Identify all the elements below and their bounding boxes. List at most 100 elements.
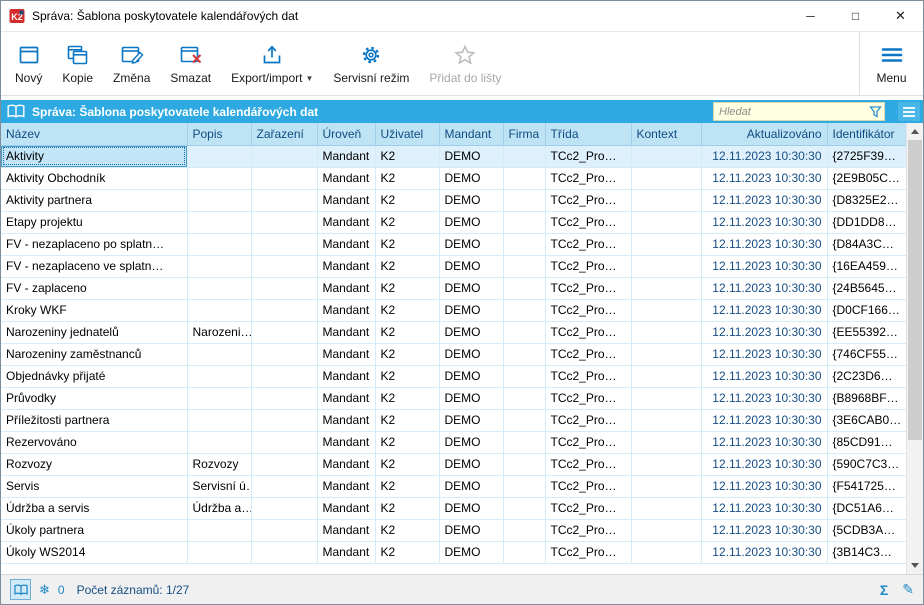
scrollbar-thumb[interactable]: [908, 140, 922, 440]
delete-button[interactable]: Smazat: [160, 32, 221, 95]
table-cell[interactable]: TCc2_Pro…: [545, 189, 632, 212]
minimize-button[interactable]: ─: [788, 1, 833, 31]
table-cell[interactable]: TCc2_Pro…: [545, 519, 632, 542]
table-cell[interactable]: {2725F39…: [827, 145, 909, 168]
table-cell[interactable]: Mandant: [317, 387, 376, 410]
table-cell[interactable]: K2: [375, 277, 440, 300]
add-to-bar-button[interactable]: Přidat do lišty: [419, 32, 511, 95]
table-cell[interactable]: 12.11.2023 10:30:30: [701, 409, 828, 432]
table-cell[interactable]: 12.11.2023 10:30:30: [701, 453, 828, 476]
table-cell[interactable]: K2: [375, 475, 440, 498]
table-cell[interactable]: [187, 189, 252, 212]
table-cell[interactable]: K2: [375, 321, 440, 344]
table-cell[interactable]: DEMO: [439, 255, 504, 278]
table-cell[interactable]: [503, 321, 546, 344]
scroll-down-button[interactable]: [907, 557, 923, 574]
table-cell[interactable]: Kroky WKF: [1, 299, 188, 322]
table-row[interactable]: ServisServisní ú… MandantK2DEMO TCc2_Pro… 1…: [1, 475, 909, 498]
table-row[interactable]: Narozeniny jednatelů Narozeni… Mandant K2 DE…: [1, 321, 909, 344]
table-cell[interactable]: TCc2_Pro…: [545, 321, 632, 344]
table-cell[interactable]: TCc2_Pro…: [545, 387, 632, 410]
table-cell[interactable]: {D0CF166…: [827, 299, 909, 322]
table-cell[interactable]: [631, 519, 702, 542]
table-row[interactable]: Údržba a servis Údržba a… Mandant K2 DEMO TCc…: [1, 497, 909, 520]
table-cell[interactable]: DEMO: [439, 343, 504, 366]
table-cell[interactable]: {16EA459…: [827, 255, 909, 278]
table-cell[interactable]: TCc2_Pro…: [545, 255, 632, 278]
menu-button[interactable]: Menu: [859, 32, 923, 95]
table-cell[interactable]: 12.11.2023 10:30:30: [701, 519, 828, 542]
table-cell[interactable]: [631, 409, 702, 432]
table-cell[interactable]: Mandant: [317, 431, 376, 454]
table-cell[interactable]: K2: [375, 387, 440, 410]
table-cell[interactable]: TCc2_Pro…: [545, 167, 632, 190]
table-cell[interactable]: K2: [375, 167, 440, 190]
table-cell[interactable]: K2: [375, 409, 440, 432]
table-cell[interactable]: [631, 343, 702, 366]
column-header-firma[interactable]: Firma: [503, 123, 546, 146]
table-cell[interactable]: [631, 277, 702, 300]
table-cell[interactable]: {746CF55…: [827, 343, 909, 366]
table-cell[interactable]: {85CD91…: [827, 431, 909, 454]
table-cell[interactable]: K2: [375, 233, 440, 256]
table-cell[interactable]: [503, 277, 546, 300]
table-cell[interactable]: K2: [375, 145, 440, 168]
table-cell[interactable]: DEMO: [439, 519, 504, 542]
table-cell[interactable]: Etapy projektu: [1, 211, 188, 234]
table-cell[interactable]: {2C23D6…: [827, 365, 909, 388]
table-cell[interactable]: [187, 145, 252, 168]
table-cell[interactable]: K2: [375, 299, 440, 322]
table-cell[interactable]: [187, 409, 252, 432]
table-cell[interactable]: 12.11.2023 10:30:30: [701, 299, 828, 322]
column-header-popis[interactable]: Popis: [187, 123, 252, 146]
column-header-nazev[interactable]: Název: [1, 123, 188, 146]
table-row[interactable]: FV - nezaplaceno po splatn… Mandant K2 DEMO…: [1, 233, 909, 256]
column-header-identifikator[interactable]: Identifikátor: [827, 123, 909, 146]
table-cell[interactable]: K2: [375, 343, 440, 366]
table-row[interactable]: Úkoly partnera Mandant K2 DEMO TCc2_Pro… 12.1…: [1, 519, 909, 542]
table-cell[interactable]: [503, 145, 546, 168]
table-cell[interactable]: TCc2_Pro…: [545, 343, 632, 366]
table-cell[interactable]: FV - nezaplaceno ve splatn…: [1, 255, 188, 278]
table-cell[interactable]: DEMO: [439, 431, 504, 454]
table-cell[interactable]: DEMO: [439, 475, 504, 498]
table-cell[interactable]: [503, 343, 546, 366]
table-row[interactable]: Příležitosti partnera Mandant K2 DEMO TCc2_P…: [1, 409, 909, 432]
table-cell[interactable]: Mandant: [317, 145, 376, 168]
table-cell[interactable]: Mandant: [317, 343, 376, 366]
table-cell[interactable]: [503, 189, 546, 212]
table-cell[interactable]: 12.11.2023 10:30:30: [701, 167, 828, 190]
column-header-zarazeni[interactable]: Zařazení: [251, 123, 318, 146]
table-cell[interactable]: [251, 365, 318, 388]
table-cell[interactable]: 12.11.2023 10:30:30: [701, 145, 828, 168]
table-row[interactable]: Rozvozy Rozvozy Mandant K2 DEMO TCc2_Pro… 12.1…: [1, 453, 909, 476]
table-cell[interactable]: [251, 321, 318, 344]
table-cell[interactable]: [631, 541, 702, 564]
table-cell[interactable]: TCc2_Pro…: [545, 497, 632, 520]
table-cell[interactable]: Aktivity: [1, 145, 188, 168]
table-cell[interactable]: [631, 211, 702, 234]
table-cell[interactable]: [187, 365, 252, 388]
table-cell[interactable]: Úkoly WS2014: [1, 541, 188, 564]
table-cell[interactable]: [251, 277, 318, 300]
table-cell[interactable]: [631, 145, 702, 168]
table-cell[interactable]: {DD1DD8…: [827, 211, 909, 234]
table-row[interactable]: Aktivity Obchodník Mandant K2 DEMO TCc2_Pro……: [1, 167, 909, 190]
table-cell[interactable]: DEMO: [439, 387, 504, 410]
table-cell[interactable]: TCc2_Pro…: [545, 431, 632, 454]
scroll-up-button[interactable]: [907, 123, 923, 140]
table-cell[interactable]: DEMO: [439, 277, 504, 300]
table-cell[interactable]: Rozvozy: [1, 453, 188, 476]
table-cell[interactable]: [251, 211, 318, 234]
table-cell[interactable]: {D84A3C…: [827, 233, 909, 256]
table-cell[interactable]: 12.11.2023 10:30:30: [701, 475, 828, 498]
table-cell[interactable]: [503, 299, 546, 322]
table-cell[interactable]: DEMO: [439, 189, 504, 212]
table-cell[interactable]: DEMO: [439, 211, 504, 234]
table-cell[interactable]: {D8325E2…: [827, 189, 909, 212]
table-cell[interactable]: Mandant: [317, 519, 376, 542]
filter-icon[interactable]: [869, 105, 882, 118]
table-cell[interactable]: K2: [375, 211, 440, 234]
new-button[interactable]: Nový: [5, 32, 52, 95]
service-mode-button[interactable]: Servisní režim: [323, 32, 419, 95]
